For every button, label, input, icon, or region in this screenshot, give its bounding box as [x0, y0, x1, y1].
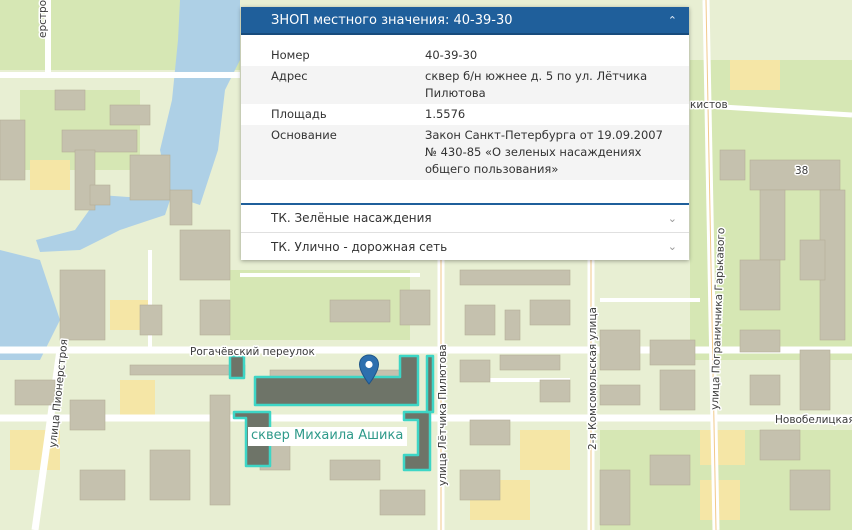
map-marker-icon[interactable]	[358, 354, 380, 386]
street-label-novobelitskaya: Новобелицкая	[775, 414, 852, 426]
attribute-key: Площадь	[271, 107, 327, 121]
accordion-label: ТК. Улично - дорожная сеть	[271, 239, 448, 254]
attribute-key: Адрес	[271, 69, 308, 83]
chevron-down-icon: ⌄	[667, 240, 677, 253]
house-number: 38	[795, 165, 808, 177]
park-name-label[interactable]: сквер Михаила Ашика	[248, 427, 408, 446]
attribute-value: сквер б/н южнее д. 5 по ул. Лётчика Пилю…	[425, 69, 648, 100]
attribute-value: Закон Санкт-Петербурга от 19.09.2007 № 4…	[425, 128, 663, 176]
accordion-green-spaces[interactable]: ТК. Зелёные насаждения ⌄	[241, 203, 689, 231]
street-label-rogachevsky: Рогачёвский переулок	[190, 346, 315, 358]
chevron-down-icon: ⌄	[667, 211, 677, 225]
attribute-value: 40-39-30	[425, 48, 478, 62]
accordion-label: ТК. Зелёные насаждения	[271, 211, 432, 225]
table-row: Номер 40-39-30	[241, 45, 689, 66]
attribute-key: Номер	[271, 48, 310, 62]
street-label-pilyutova: улица Лётчика Пилютова	[437, 344, 449, 486]
chevron-up-icon[interactable]: ⌃	[668, 14, 677, 27]
table-row: Площадь 1.5576	[241, 104, 689, 125]
street-label-komsomolskaya: 2-я Комсомольская улица	[587, 307, 599, 450]
table-row: Адрес сквер б/н южнее д. 5 по ул. Лётчик…	[241, 66, 689, 104]
panel-header[interactable]: ЗНОП местного значения: 40-39-30 ⌃	[241, 7, 689, 35]
attribute-value: 1.5576	[425, 107, 466, 121]
street-label-kistov: кистов	[690, 99, 728, 111]
street-label-top-left: ерстрой	[37, 0, 49, 38]
info-panel: ЗНОП местного значения: 40-39-30 ⌃ Номер…	[241, 7, 689, 260]
accordion-road-network[interactable]: ТК. Улично - дорожная сеть ⌄	[241, 232, 689, 260]
panel-title: ЗНОП местного значения: 40-39-30	[271, 12, 513, 28]
table-row: Основание Закон Санкт-Петербурга от 19.0…	[241, 125, 689, 180]
attribute-table: Номер 40-39-30 Адрес сквер б/н южнее д. …	[241, 35, 689, 180]
attribute-key: Основание	[271, 128, 337, 142]
